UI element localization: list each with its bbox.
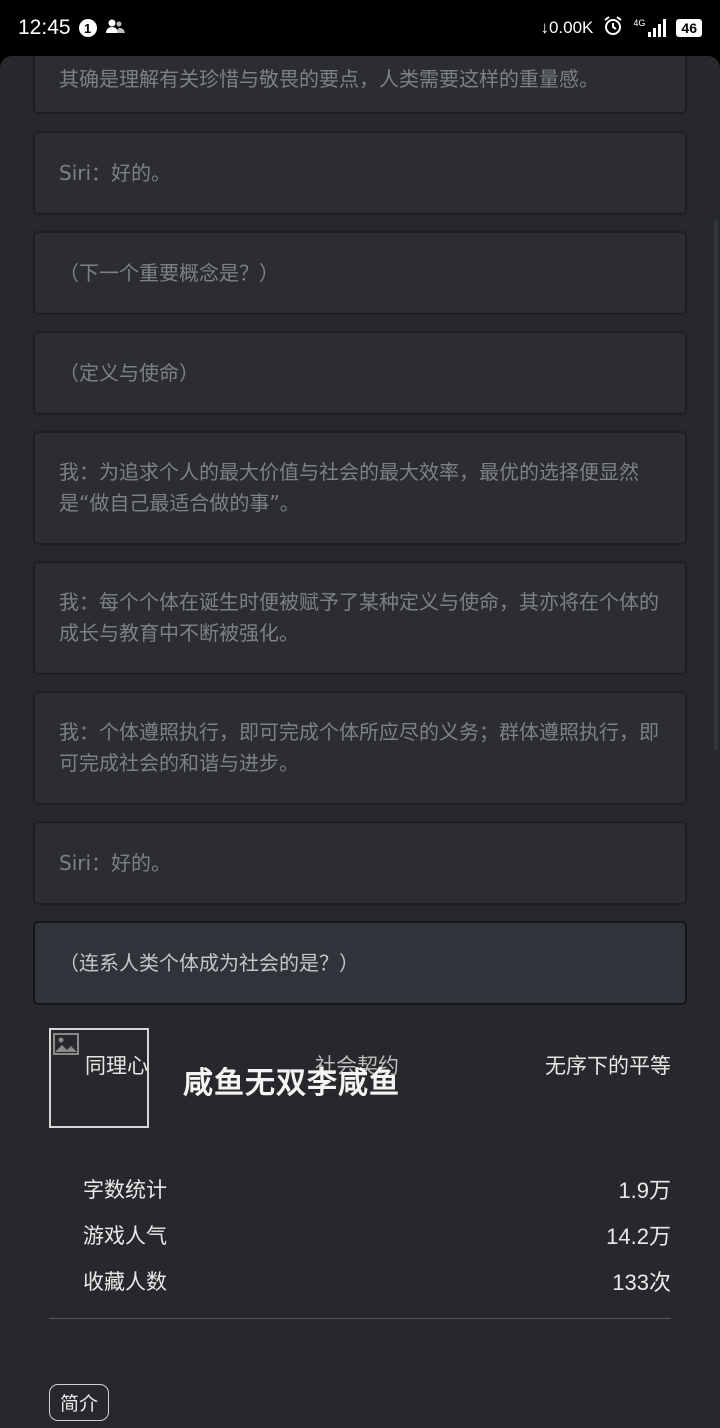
message-text: （下一个重要概念是？）: [59, 260, 279, 285]
stat-row: 字数统计 1.9万: [83, 1166, 671, 1212]
network-type: 4G: [633, 18, 646, 28]
intro-button[interactable]: 简介: [49, 1384, 110, 1421]
stat-label: 字数统计: [83, 1178, 167, 1202]
book-title: 咸鱼无双李咸鱼: [183, 1066, 400, 1101]
status-bar: 12:45 1 ↓0.00K 4G 46: [0, 0, 720, 56]
divider: [49, 1318, 671, 1319]
image-placeholder-icon: [53, 1033, 79, 1055]
choice-empathy[interactable]: 同理心: [85, 1050, 148, 1080]
question-text: （连系人类个体成为社会的是？）: [59, 950, 359, 975]
message-card: 其确是理解有关珍惜与敬畏的要点，人类需要这样的重量感。: [33, 56, 687, 114]
message-card: Siri：好的。: [33, 131, 687, 215]
message-text: 其确是理解有关珍惜与敬畏的要点，人类需要这样的重量感。: [59, 66, 599, 91]
message-card: 我：个体遵照执行，即可完成个体所应尽的义务；群体遵照执行，即可完成社会的和谐与进…: [33, 691, 687, 805]
battery-icon: 46: [676, 19, 702, 37]
choice-equality[interactable]: 无序下的平等: [545, 1050, 671, 1080]
choice-row: 同理心 社会契约 无序下的平等 咸鱼无双李咸鱼: [49, 1026, 671, 1136]
message-text: Siri：好的。: [59, 160, 172, 185]
signal-icon: 4G: [633, 18, 667, 37]
message-text: 我：每个个体在诞生时便被赋予了某种定义与使命，其亦将在个体的成长与教育中不断被强…: [59, 590, 659, 645]
stat-value: 14.2万: [606, 1224, 671, 1249]
stat-label: 游戏人气: [83, 1224, 167, 1248]
status-left: 12:45 1: [18, 16, 127, 40]
message-card: （定义与使命）: [33, 331, 687, 415]
message-text: （定义与使命）: [59, 360, 199, 385]
contacts-icon: [105, 18, 127, 38]
scrollbar[interactable]: [714, 220, 718, 750]
net-speed: ↓0.00K: [540, 18, 594, 37]
status-time: 12:45: [18, 16, 71, 39]
notification-badge: 1: [78, 19, 97, 37]
message-text: Siri：好的。: [59, 850, 172, 875]
book-stats: 字数统计 1.9万 游戏人气 14.2万 收藏人数 133次: [83, 1166, 671, 1304]
stat-value: 1.9万: [618, 1178, 671, 1203]
stat-value: 133次: [612, 1270, 671, 1295]
message-text: 我：为追求个人的最大价值与社会的最大效率，最优的选择便显然是“做自己最适合做的事…: [59, 460, 639, 515]
message-card: （下一个重要概念是？）: [33, 231, 687, 315]
stat-row: 游戏人气 14.2万: [83, 1212, 671, 1258]
story-screen[interactable]: 其确是理解有关珍惜与敬畏的要点，人类需要这样的重量感。 Siri：好的。 （下一…: [0, 56, 720, 1428]
message-card: 我：为追求个人的最大价值与社会的最大效率，最优的选择便显然是“做自己最适合做的事…: [33, 431, 687, 545]
message-text: 我：个体遵照执行，即可完成个体所应尽的义务；群体遵照执行，即可完成社会的和谐与进…: [59, 720, 659, 775]
message-card: Siri：好的。: [33, 821, 687, 905]
status-right: ↓0.00K 4G 46: [540, 15, 702, 41]
stat-label: 收藏人数: [83, 1270, 167, 1294]
message-card: 我：每个个体在诞生时便被赋予了某种定义与使命，其亦将在个体的成长与教育中不断被强…: [33, 561, 687, 675]
stat-row: 收藏人数 133次: [83, 1258, 671, 1304]
question-card: （连系人类个体成为社会的是？）: [33, 921, 687, 1005]
alarm-icon: [603, 15, 623, 41]
